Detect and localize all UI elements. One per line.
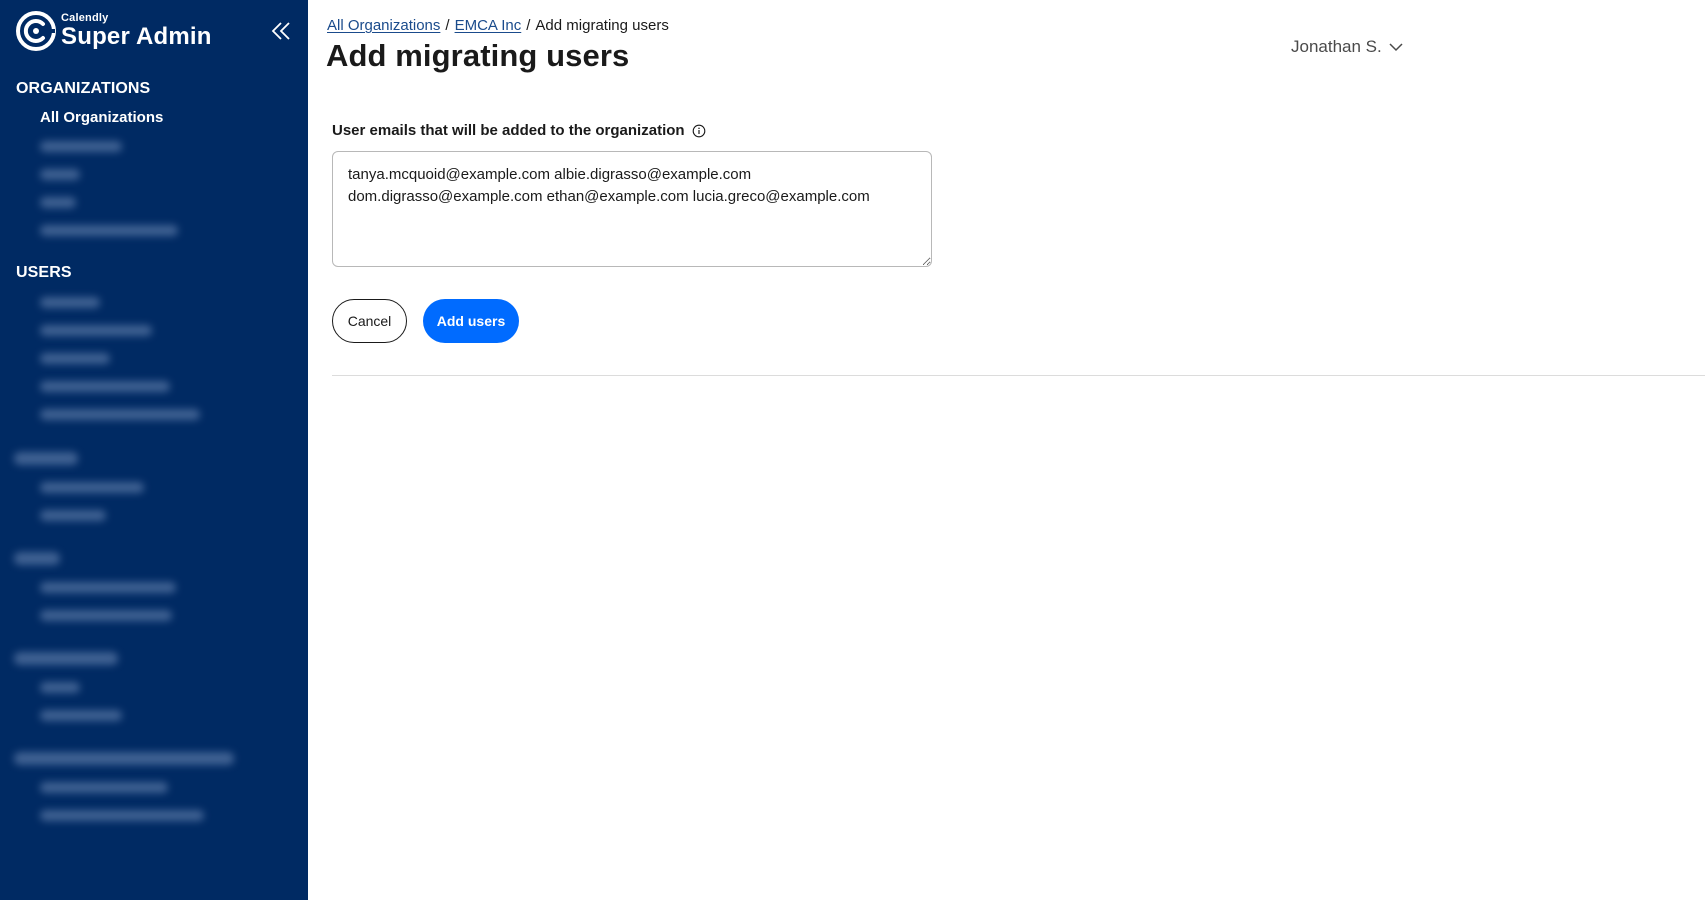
emails-textarea[interactable]: tanya.mcquoid@example.com albie.digrasso… [332, 151, 932, 267]
sidebar-item-redacted[interactable] [40, 810, 204, 821]
sidebar-item-redacted[interactable] [40, 582, 176, 593]
emails-field-label-text: User emails that will be added to the or… [332, 122, 685, 139]
sidebar: Calendly Super Admin ORGANIZATIONS All O… [0, 0, 308, 900]
sidebar-item-redacted[interactable] [40, 141, 122, 152]
main-content: All Organizations / EMCA Inc / Add migra… [308, 0, 1705, 900]
brand-name: Super Admin [61, 23, 212, 50]
brand[interactable]: Calendly Super Admin [15, 10, 212, 52]
sidebar-item-redacted[interactable] [40, 169, 80, 180]
sidebar-item-redacted[interactable] [40, 482, 144, 493]
sidebar-item-redacted[interactable] [40, 353, 110, 364]
divider [332, 375, 1705, 376]
sidebar-item-redacted[interactable] [40, 782, 168, 793]
info-icon[interactable] [692, 124, 706, 138]
user-name: Jonathan S. [1291, 37, 1382, 56]
breadcrumb-emca-inc[interactable]: EMCA Inc [455, 17, 522, 34]
emails-field-label: User emails that will be added to the or… [332, 122, 706, 139]
nav-section-redacted [14, 452, 78, 465]
nav-section-redacted [14, 552, 60, 565]
add-users-button[interactable]: Add users [423, 299, 519, 343]
double-chevron-left-icon [271, 22, 290, 40]
breadcrumb: All Organizations / EMCA Inc / Add migra… [327, 17, 669, 34]
sidebar-item-all-organizations[interactable]: All Organizations [40, 109, 163, 126]
nav-section-redacted [14, 652, 118, 665]
breadcrumb-current: Add migrating users [535, 17, 669, 34]
sidebar-item-redacted[interactable] [40, 610, 172, 621]
breadcrumb-separator: / [526, 17, 531, 34]
sidebar-item-redacted[interactable] [40, 381, 170, 392]
nav-section-redacted [14, 752, 234, 765]
sidebar-item-redacted[interactable] [40, 710, 122, 721]
sidebar-item-redacted[interactable] [40, 682, 80, 693]
sidebar-item-redacted[interactable] [40, 225, 178, 236]
sidebar-item-redacted[interactable] [40, 510, 106, 521]
chevron-down-icon [1389, 43, 1403, 52]
nav-section-users: USERS [16, 264, 72, 281]
collapse-sidebar-button[interactable] [268, 18, 294, 44]
sidebar-item-redacted[interactable] [40, 197, 76, 208]
sidebar-item-redacted[interactable] [40, 409, 200, 420]
page-title: Add migrating users [326, 38, 630, 73]
user-menu[interactable]: Jonathan S. [1291, 37, 1403, 57]
sidebar-item-redacted[interactable] [40, 325, 152, 336]
cancel-button[interactable]: Cancel [332, 299, 407, 343]
breadcrumb-separator: / [445, 17, 450, 34]
breadcrumb-all-organizations[interactable]: All Organizations [327, 17, 440, 34]
sidebar-item-redacted[interactable] [40, 297, 100, 308]
nav-section-organizations: ORGANIZATIONS [16, 80, 151, 97]
calendly-logo-icon [16, 11, 56, 51]
